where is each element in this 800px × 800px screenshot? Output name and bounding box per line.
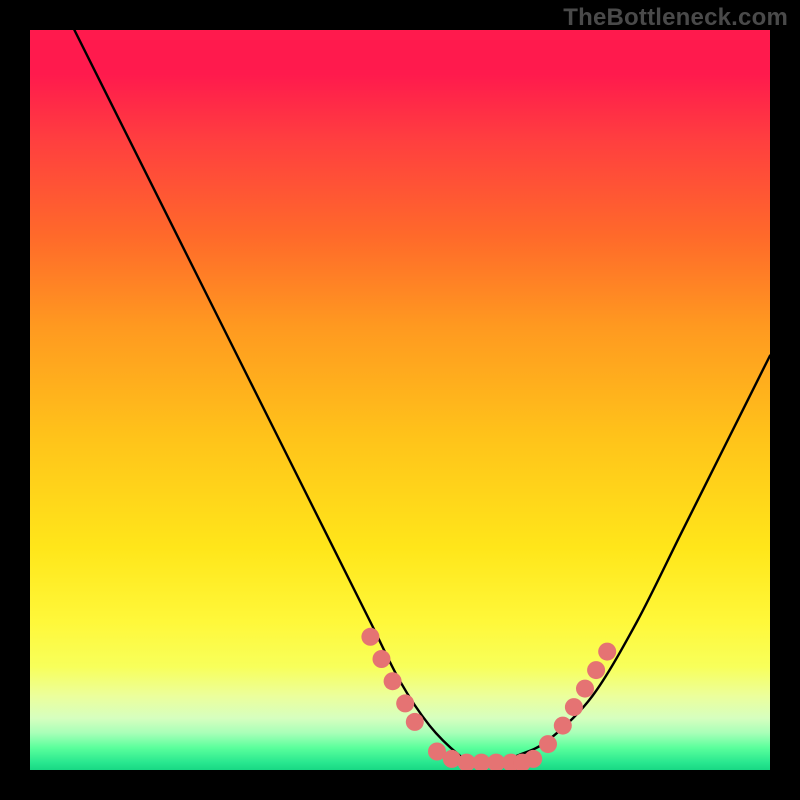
watermark-text: TheBottleneck.com bbox=[563, 4, 788, 32]
curve-marker bbox=[598, 643, 616, 661]
chart-svg bbox=[30, 30, 770, 770]
curve-markers bbox=[361, 628, 616, 770]
curve-marker bbox=[587, 661, 605, 679]
curve-marker bbox=[554, 717, 572, 735]
curve-marker bbox=[373, 650, 391, 668]
curve-marker bbox=[565, 698, 583, 716]
curve-marker bbox=[361, 628, 379, 646]
curve-marker bbox=[384, 672, 402, 690]
curve-marker bbox=[524, 750, 542, 768]
curve-marker bbox=[396, 694, 414, 712]
curve-marker bbox=[576, 680, 594, 698]
chart-frame: TheBottleneck.com bbox=[0, 0, 800, 800]
bottleneck-curve bbox=[74, 30, 770, 763]
curve-marker bbox=[406, 713, 424, 731]
plot-area bbox=[30, 30, 770, 770]
curve-marker bbox=[539, 735, 557, 753]
